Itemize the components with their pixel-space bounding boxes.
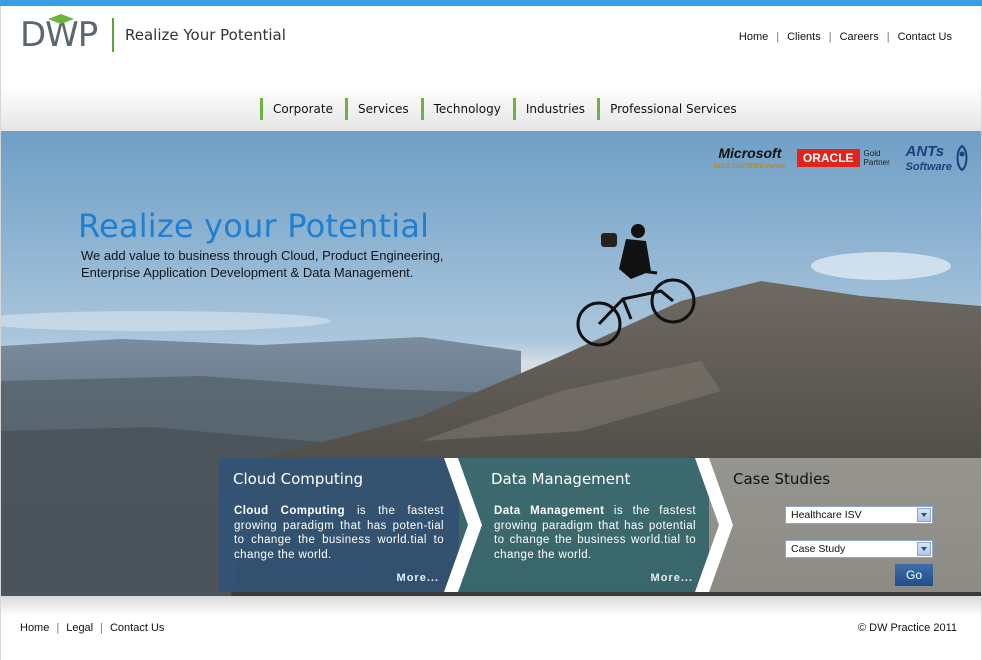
data-management-bold: Data Management — [494, 505, 605, 517]
case-studies-panel: Case Studies Healthcare ISV Case Study G… — [709, 458, 981, 592]
microsoft-logo-sub: GOLD CERTIFIED Partner — [713, 164, 787, 170]
ants-partner-logo: ANTs Software — [906, 143, 969, 173]
data-management-title: Data Management — [491, 470, 631, 488]
cloud-computing-text: Cloud Computing is the fastest growing p… — [234, 504, 444, 562]
footer-links: Home | Legal | Contact Us — [20, 622, 164, 634]
main-nav-industries[interactable]: Industries — [512, 98, 597, 120]
industry-select[interactable]: Healthcare ISV — [785, 506, 933, 524]
go-button[interactable]: Go — [895, 564, 933, 586]
chevron-divider-icon — [695, 458, 733, 592]
copyright: © DW Practice 2011 — [858, 622, 957, 634]
data-management-text: Data Management is the fastest growing p… — [494, 504, 696, 562]
logo-divider — [112, 18, 114, 52]
footer-contact-link[interactable]: Contact Us — [110, 622, 164, 634]
chevron-divider-icon — [444, 458, 482, 592]
footer-separator: | — [100, 622, 103, 634]
graduation-cap-icon — [48, 14, 74, 24]
microsoft-logo-text: Microsoft — [718, 145, 782, 161]
ants-swirl-icon — [956, 144, 968, 172]
footer-band — [1, 596, 981, 616]
chevron-down-icon[interactable] — [917, 542, 931, 556]
oracle-logo-sub: Gold Partner — [863, 149, 890, 167]
top-nav-home[interactable]: Home — [731, 31, 776, 43]
case-type-select[interactable]: Case Study — [785, 540, 933, 558]
top-nav-clients[interactable]: Clients — [779, 31, 829, 43]
top-nav-contact[interactable]: Contact Us — [890, 31, 960, 43]
hero-title: Realize your Potential — [78, 207, 430, 245]
case-studies-title: Case Studies — [733, 470, 831, 488]
oracle-partner-logo: ORACLE Gold Partner — [796, 149, 896, 167]
ants-logo-text: ANTs — [905, 143, 945, 160]
ants-logo-sub: Software — [905, 161, 952, 173]
industry-select-value: Healthcare ISV — [791, 509, 862, 521]
cloud-computing-more-link[interactable]: More... — [397, 572, 439, 584]
hero-subtitle: We add value to business through Cloud, … — [81, 248, 444, 280]
nav-band — [1, 62, 981, 132]
oracle-logo-text: ORACLE — [796, 149, 860, 167]
case-type-select-value: Case Study — [791, 543, 846, 555]
main-nav-corporate[interactable]: Corporate — [260, 98, 345, 120]
main-nav-professional-services[interactable]: Professional Services — [597, 98, 749, 120]
top-nav: Home | Clients | Careers | Contact Us — [731, 31, 960, 43]
footer-separator: | — [56, 622, 60, 634]
cloud-computing-panel: Cloud Computing Cloud Computing is the f… — [219, 458, 459, 592]
partner-logos: Microsoft GOLD CERTIFIED Partner ORACLE … — [713, 143, 969, 173]
footer-home-link[interactable]: Home — [20, 622, 49, 634]
main-nav-technology[interactable]: Technology — [420, 98, 513, 120]
main-nav-services[interactable]: Services — [345, 98, 421, 120]
top-nav-careers[interactable]: Careers — [832, 31, 887, 43]
cloud-computing-bold: Cloud Computing — [234, 505, 345, 517]
footer-legal-link[interactable]: Legal — [66, 622, 93, 634]
data-management-panel: Data Management Data Management is the f… — [459, 458, 709, 592]
hero-banner: Microsoft GOLD CERTIFIED Partner ORACLE … — [1, 131, 981, 596]
tagline: Realize Your Potential — [125, 26, 286, 44]
cloud-computing-title: Cloud Computing — [233, 470, 363, 488]
main-nav: Corporate Services Technology Industries… — [260, 98, 749, 120]
chevron-down-icon[interactable] — [917, 508, 931, 522]
microsoft-partner-logo: Microsoft GOLD CERTIFIED Partner — [713, 146, 787, 170]
data-management-more-link[interactable]: More... — [651, 572, 693, 584]
logo[interactable]: DWP — [20, 14, 104, 54]
